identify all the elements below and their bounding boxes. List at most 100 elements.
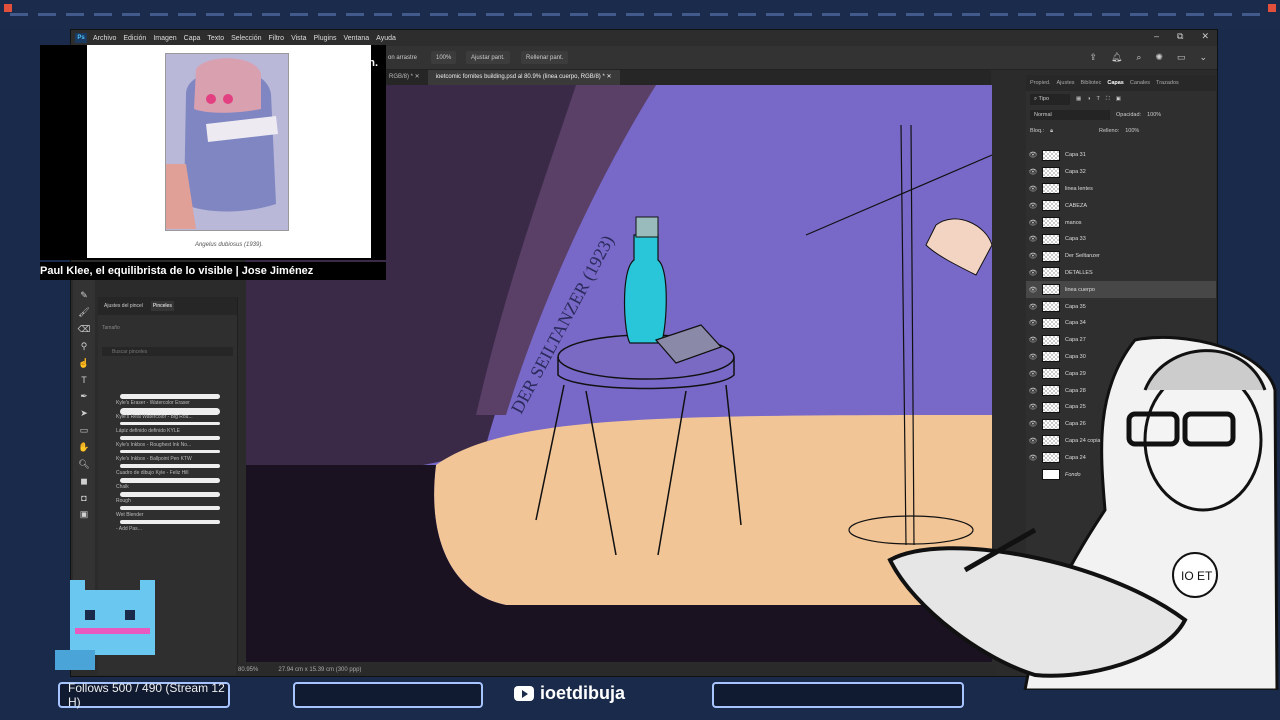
brush-item[interactable]: Kyle's Inkbox - Roughest Ink No... xyxy=(98,434,238,448)
layer-filter-select[interactable]: ⌕ Tipo xyxy=(1030,93,1070,105)
brush-item[interactable]: Lápiz definido definido KYLE xyxy=(98,420,238,434)
layer-thumbnail xyxy=(1042,301,1060,313)
layer-row[interactable]: 👁︎ Capa 33 xyxy=(1026,231,1216,248)
visibility-eye-icon[interactable]: 👁︎ xyxy=(1026,185,1040,193)
share-icon[interactable]: ⇪ xyxy=(1089,52,1097,63)
menu-edicion[interactable]: Edición xyxy=(123,35,146,42)
tab-previous-doc[interactable]: RGB/8) * ✕ xyxy=(381,70,428,85)
layer-row[interactable]: 👁︎ DETALLES xyxy=(1026,265,1216,282)
filter-text-icon[interactable]: T xyxy=(1097,96,1100,102)
tab-trazados[interactable]: Trazados xyxy=(1156,80,1179,86)
layer-thumbnail xyxy=(1042,217,1060,229)
layer-row[interactable]: 👁︎ manos xyxy=(1026,214,1216,231)
layer-thumbnail xyxy=(1042,183,1060,195)
tab-active-doc[interactable]: ioetcomic fornites building.psd al 80.9%… xyxy=(427,70,620,85)
notifications-icon[interactable]: 🔔︎ xyxy=(1111,52,1122,63)
smudge-icon[interactable]: ☝ xyxy=(78,358,89,369)
tab-capas[interactable]: Capas xyxy=(1107,80,1124,86)
discover-icon[interactable]: ✺ xyxy=(1155,52,1163,63)
lasso-icon[interactable]: ✎ xyxy=(80,290,88,301)
tab-bibliotecas[interactable]: Bibliotec xyxy=(1081,80,1102,86)
layer-row[interactable]: 👁︎ linea lentes xyxy=(1026,181,1216,198)
brush-item[interactable]: Kyle's Inkbox - Ballpoint Pen KTW xyxy=(98,448,238,462)
eraser-icon[interactable]: ⌫ xyxy=(78,324,91,335)
menu-archivo[interactable]: Archivo xyxy=(93,35,116,42)
menu-filtro[interactable]: Filtro xyxy=(269,35,285,42)
filter-smart-icon[interactable]: ▣ xyxy=(1116,96,1121,102)
layer-thumbnail xyxy=(1042,233,1060,245)
brush-search-input[interactable]: Buscar pinceles xyxy=(102,347,233,356)
brush-item[interactable]: Kyle's Real Watercolor - Big Rou... xyxy=(98,406,238,420)
tab-propiedades[interactable]: Propied. xyxy=(1030,80,1051,86)
visibility-eye-icon[interactable]: 👁︎ xyxy=(1026,202,1040,210)
brush-icon[interactable]: 🖌︎ xyxy=(78,307,89,318)
filter-adjust-icon[interactable]: ◑ xyxy=(1087,96,1090,102)
brush-item[interactable]: Chalk xyxy=(98,476,238,490)
text-tool-icon[interactable]: T xyxy=(81,375,87,385)
menu-seleccion[interactable]: Selección xyxy=(231,35,261,42)
brush-item[interactable]: Rough xyxy=(98,490,238,504)
menu-ventana[interactable]: Ventana xyxy=(343,35,369,42)
layer-row[interactable]: 👁︎ Der Seiltanzer xyxy=(1026,248,1216,265)
quick-mask-icon[interactable]: ◘ xyxy=(81,493,86,503)
dropper-icon[interactable]: ⚲ xyxy=(81,341,88,352)
menu-texto[interactable]: Texto xyxy=(207,35,224,42)
layer-thumbnail xyxy=(1042,200,1060,212)
layer-row[interactable]: 👁︎ Capa 31 xyxy=(1026,147,1216,164)
maximize-icon[interactable]: ⧉ xyxy=(1177,31,1183,42)
hand-tool-icon[interactable]: ✋ xyxy=(78,442,89,453)
visibility-eye-icon[interactable]: 👁︎ xyxy=(1026,286,1040,294)
minimize-icon[interactable]: – xyxy=(1154,31,1159,42)
visibility-eye-icon[interactable]: 👁︎ xyxy=(1026,168,1040,176)
menu-ayuda[interactable]: Ayuda xyxy=(376,35,396,42)
layer-row[interactable]: 👁︎ CABEZA xyxy=(1026,197,1216,214)
filter-pixel-icon[interactable]: ▦ xyxy=(1076,96,1081,102)
scroll-all-option[interactable]: on arrastre xyxy=(383,51,422,64)
brush-item[interactable]: Wet Blender xyxy=(98,504,238,518)
brush-item[interactable]: - Add Pas... xyxy=(98,518,238,532)
brush-item[interactable]: Cuadro de dibujo Kyle - Feliz Hill xyxy=(98,462,238,476)
visibility-eye-icon[interactable]: 👁︎ xyxy=(1026,235,1040,243)
painting-angelus-dubiosus xyxy=(165,53,289,231)
fit-screen-button[interactable]: Ajustar pant. xyxy=(466,51,510,64)
workspace-icon[interactable]: ▭ xyxy=(1177,52,1186,63)
blend-mode-select[interactable]: Normal xyxy=(1030,110,1110,120)
visibility-eye-icon[interactable]: 👁︎ xyxy=(1026,269,1040,277)
brush-size-label: Tamaño xyxy=(102,325,120,331)
visibility-eye-icon[interactable]: 👁︎ xyxy=(1026,252,1040,260)
screen-mode-icon[interactable]: ▣ xyxy=(80,509,89,520)
tab-brush-settings[interactable]: Ajustes del pincel xyxy=(102,301,145,311)
visibility-eye-icon[interactable]: 👁︎ xyxy=(1026,151,1040,159)
rectangle-tool-icon[interactable]: ▭ xyxy=(80,425,89,436)
fill-input[interactable]: 100% xyxy=(1125,128,1139,134)
visibility-eye-icon[interactable]: 👁︎ xyxy=(1026,303,1040,311)
tab-brushes[interactable]: Pinceles xyxy=(150,301,174,311)
pen-tool-icon[interactable]: ✒ xyxy=(80,391,88,402)
filter-shape-icon[interactable]: ⛶ xyxy=(1106,96,1110,103)
layer-row[interactable]: 👁︎ Capa 35 xyxy=(1026,298,1216,315)
layer-row-selected[interactable]: 👁︎ linea cuerpo xyxy=(1026,281,1216,299)
lock-icon[interactable]: 🔒︎ xyxy=(1050,128,1053,135)
search-icon[interactable]: ⌕ xyxy=(1136,52,1141,63)
menu-vista[interactable]: Vista xyxy=(291,35,306,42)
zoom-tool-icon[interactable]: 🔍︎ xyxy=(78,459,89,470)
menu-imagen[interactable]: Imagen xyxy=(153,35,176,42)
zoom-100-button[interactable]: 100% xyxy=(431,51,457,64)
fill-screen-button[interactable]: Rellenar pant. xyxy=(521,51,569,64)
bottom-empty-box xyxy=(293,682,483,708)
color-swatch-icon[interactable]: ◼ xyxy=(80,476,87,487)
brush-item[interactable]: Kyle's Eraser - Watercolor Eraser xyxy=(98,392,238,406)
menu-plugins[interactable]: Plugins xyxy=(314,35,337,42)
tab-ajustes[interactable]: Ajustes xyxy=(1057,80,1075,86)
path-selection-icon[interactable]: ➤ xyxy=(80,408,88,419)
opacity-input[interactable]: 100% xyxy=(1147,112,1161,118)
streamer-caricature: IO ET xyxy=(887,336,1279,690)
tab-canales[interactable]: Canales xyxy=(1130,80,1150,86)
visibility-eye-icon[interactable]: 👁︎ xyxy=(1026,219,1040,227)
workspace-chevron-icon[interactable]: ⌄ xyxy=(1199,52,1207,63)
layer-row[interactable]: 👁︎ Capa 32 xyxy=(1026,164,1216,181)
close-icon[interactable]: ✕ xyxy=(1201,31,1209,42)
menu-capa[interactable]: Capa xyxy=(184,35,201,42)
youtube-channel[interactable]: ioetdibuja xyxy=(514,683,625,704)
visibility-eye-icon[interactable]: 👁︎ xyxy=(1026,319,1040,327)
